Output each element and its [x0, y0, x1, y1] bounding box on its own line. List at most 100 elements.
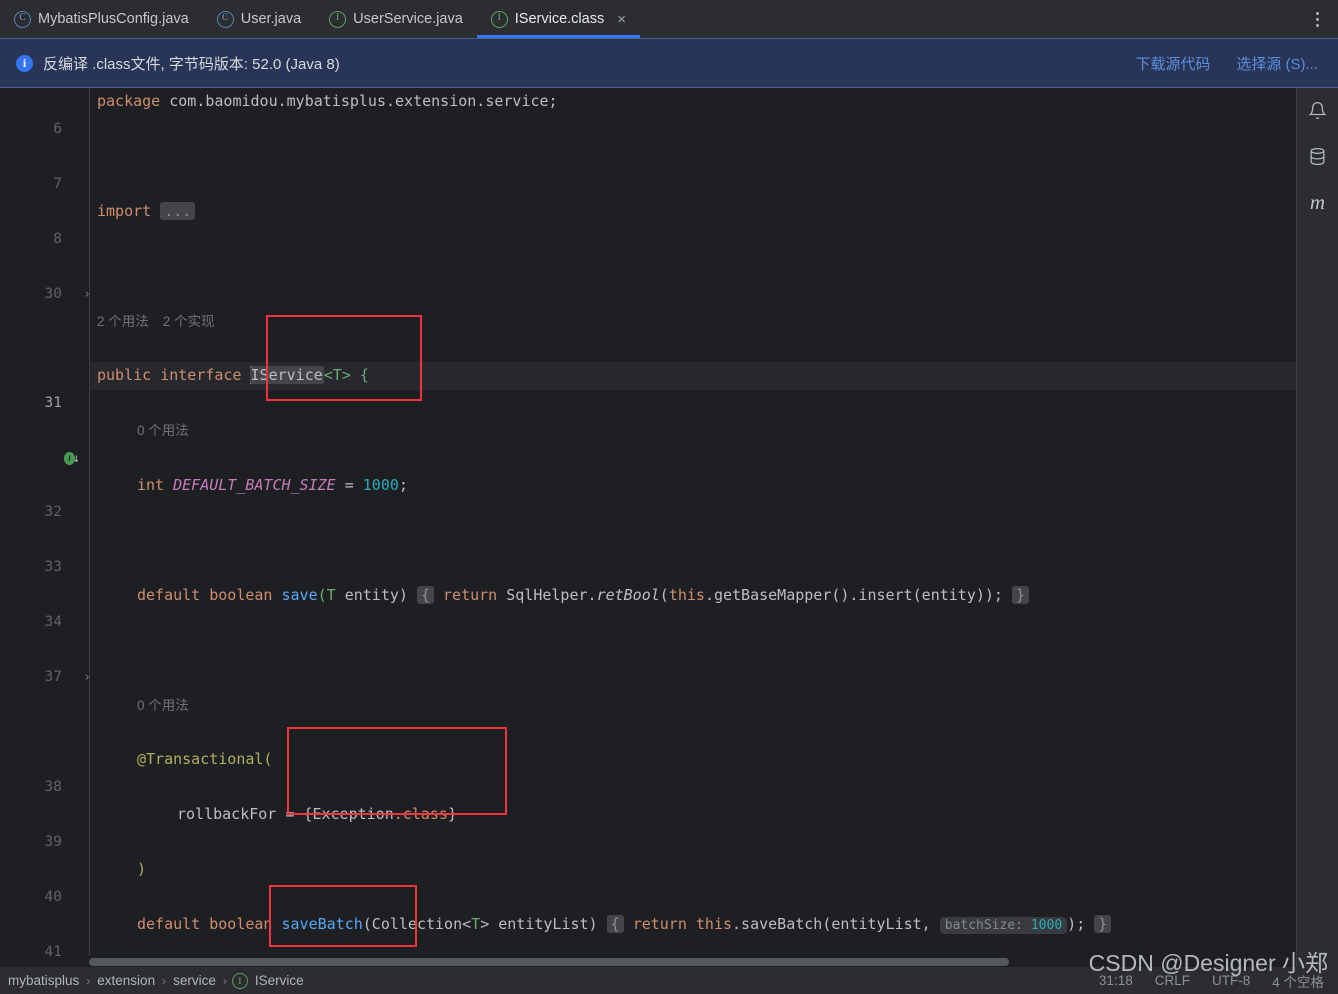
line-number: 32: [44, 504, 62, 520]
generic-param: <T> {: [323, 366, 369, 384]
ide-window: C MybatisPlusConfig.java C User.java I U…: [0, 0, 1338, 994]
notifications-icon[interactable]: [1306, 98, 1330, 122]
tab-userservice[interactable]: I UserService.java: [315, 0, 477, 38]
code-line: 8 › import ...: [0, 198, 1338, 302]
line-number: 8: [53, 230, 62, 247]
code-content[interactable]: 6 package com.baomidou.mybatisplus.exten…: [0, 88, 1338, 967]
info-icon: i: [16, 54, 33, 72]
package-name: com.baomidou.mybatisplus.extension.servi…: [169, 92, 558, 110]
usage-hint[interactable]: 0 个用法: [137, 692, 203, 720]
keyword-import: import: [97, 202, 152, 220]
line-text: int DEFAULT_BATCH_SIZE = 1000;: [137, 475, 408, 494]
code-line: 38 @Transactional(: [0, 746, 1338, 795]
line-number: 41: [44, 943, 62, 960]
implementation-count[interactable]: 2 个实现: [163, 314, 215, 329]
line-separator[interactable]: CRLF: [1155, 973, 1190, 988]
tab-bar-actions: [1306, 0, 1338, 38]
annotation-transactional: @Transactional(: [137, 750, 273, 768]
line-number: 30: [44, 285, 62, 302]
line-number: 40: [44, 888, 62, 905]
tab-user[interactable]: C User.java: [203, 0, 315, 38]
line-text: rollbackFor = {Exception.class}: [177, 805, 457, 823]
usage-count[interactable]: 0 个用法: [137, 698, 189, 713]
horizontal-scrollbar-thumb[interactable]: [89, 958, 1009, 966]
line-number: 6: [53, 120, 62, 137]
close-icon[interactable]: ×: [617, 12, 626, 27]
keyword-interface: interface: [160, 366, 242, 384]
caret-position[interactable]: 31:18: [1099, 973, 1133, 988]
breadcrumb-item-extension[interactable]: extension: [95, 973, 157, 988]
code-vision-hint: 2 个用法 2 个实现: [0, 308, 1338, 335]
line-number: 38: [44, 778, 62, 795]
maven-icon[interactable]: m: [1306, 190, 1330, 214]
indent-setting[interactable]: 4 个空格: [1272, 971, 1324, 991]
code-line: 33: [0, 527, 1338, 575]
method-savebatch: saveBatch: [281, 915, 363, 933]
download-sources-link[interactable]: 下载源代码: [1135, 53, 1210, 74]
parameter-hint-batchsize: batchSize: 1000: [939, 917, 1068, 934]
usage-hint[interactable]: 0 个用法: [137, 417, 203, 445]
fold-arrow-icon[interactable]: ›: [81, 281, 93, 309]
breadcrumb-separator: ›: [222, 973, 227, 988]
tab-label: MybatisPlusConfig.java: [38, 11, 189, 27]
code-line-current: 31 I ↓ public interface IService<T> {: [0, 362, 1338, 465]
code-line: 41 › default boolean saveBatch(Collectio…: [0, 911, 1338, 960]
line-text: default boolean saveBatch(Collection<T> …: [137, 911, 1112, 940]
editor-area: 6 package com.baomidou.mybatisplus.exten…: [0, 88, 1338, 967]
line-number: 7: [53, 175, 62, 192]
tab-mybatisplusconfig[interactable]: C MybatisPlusConfig.java: [0, 0, 203, 38]
notification-text: 反编译 .class文件, 字节码版本: 52.0 (Java 8): [43, 55, 340, 73]
breadcrumb-item-mybatisplus[interactable]: mybatisplus: [6, 973, 81, 988]
more-options-icon[interactable]: [1306, 8, 1328, 30]
constant-name: DEFAULT_BATCH_SIZE: [173, 475, 336, 494]
keyword-int: int: [137, 475, 165, 494]
tab-iservice[interactable]: I IService.class ×: [476, 0, 641, 38]
code-line: 32 int DEFAULT_BATCH_SIZE = 1000;: [0, 472, 1338, 521]
usage-count[interactable]: 2 个用法: [97, 314, 149, 329]
numeric-literal: 1000: [362, 475, 399, 494]
fold-arrow-icon[interactable]: ›: [81, 664, 93, 692]
line-number: 39: [44, 833, 62, 850]
notification-actions: 下载源代码 选择源 (S)...: [1135, 53, 1324, 74]
collapsed-imports[interactable]: ...: [160, 202, 196, 220]
code-line: 39 rollbackFor = {Exception.class}: [0, 801, 1338, 850]
right-tool-strip: m: [1296, 88, 1338, 967]
interface-icon: I: [329, 10, 347, 28]
encoding[interactable]: UTF-8: [1212, 973, 1250, 988]
annotation-close: ): [137, 860, 147, 878]
inline-body-close: }: [1011, 585, 1030, 604]
line-text: import ...: [97, 198, 196, 226]
inline-body-open: {: [416, 585, 434, 604]
editor-tab-bar: C MybatisPlusConfig.java C User.java I U…: [0, 0, 1338, 38]
status-bar: mybatisplus › extension › service › I IS…: [0, 967, 1338, 994]
class-icon: C: [14, 10, 31, 28]
code-line: 37: [0, 637, 1338, 685]
usage-hint[interactable]: 2 个用法 2 个实现: [97, 308, 229, 336]
breadcrumb-separator: ›: [86, 973, 91, 988]
line-number: 37: [44, 669, 62, 685]
code-line: 6 package com.baomidou.mybatisplus.exten…: [0, 88, 1338, 137]
interface-implemented-icon[interactable]: I ↓: [64, 445, 80, 473]
code-editor[interactable]: 6 package com.baomidou.mybatisplus.exten…: [0, 88, 1338, 967]
class-icon: C: [216, 10, 234, 28]
database-icon[interactable]: [1306, 144, 1330, 168]
keyword-public: public: [97, 366, 152, 384]
line-number: 33: [44, 559, 62, 575]
line-text: @Transactional(: [137, 746, 272, 774]
tab-label: User.java: [240, 11, 302, 27]
line-text: ): [137, 856, 146, 884]
breadcrumb-item-iservice[interactable]: IService: [253, 973, 306, 988]
breadcrumb-item-service[interactable]: service: [171, 973, 218, 988]
method-save: save: [281, 585, 318, 604]
choose-sources-link[interactable]: 选择源 (S)...: [1236, 53, 1318, 74]
code-vision-hint: 0 个用法: [0, 692, 1338, 719]
status-bar-right: 31:18 CRLF UTF-8 4 个空格: [1099, 971, 1330, 991]
line-text: package com.baomidou.mybatisplus.extensi…: [97, 88, 558, 116]
line-number: 31: [44, 394, 62, 411]
interface-icon: I: [490, 10, 508, 28]
type-name-iservice: IService: [249, 366, 324, 384]
line-text: public interface IService<T> {: [97, 362, 369, 390]
code-line: 30: [0, 253, 1338, 302]
usage-count[interactable]: 0 个用法: [137, 423, 189, 438]
horizontal-scrollbar[interactable]: [89, 956, 1324, 967]
